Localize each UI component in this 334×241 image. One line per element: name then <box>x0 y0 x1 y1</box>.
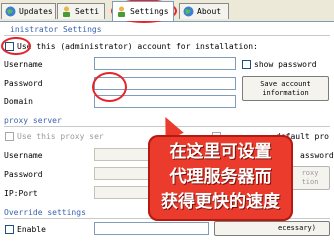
test-proxy-button[interactable]: roxy tion <box>290 166 330 190</box>
tab-bar: Updates Setti Settings 2 About <box>0 0 334 22</box>
tab-updates-label: Updates <box>19 7 53 16</box>
tab-settings-label: Setti <box>75 7 100 16</box>
admin-group-title: inistrator Settings <box>10 25 102 34</box>
globe-icon <box>183 6 194 17</box>
person-icon <box>118 6 125 17</box>
annotation-line-1: 在这里可设置 <box>169 142 272 162</box>
override-group-title: Override settings <box>4 208 86 217</box>
tab-about[interactable]: About <box>179 3 229 19</box>
proxy-username-input[interactable] <box>94 148 149 161</box>
admin-password-label: Password <box>4 79 43 88</box>
annotation-line-3: 获得更快的速度 <box>161 192 280 212</box>
use-proxy-checkbox[interactable] <box>5 132 14 141</box>
globe-icon <box>5 6 16 17</box>
admin-username-input[interactable] <box>94 57 236 70</box>
tab-settings-2[interactable]: Settings 2 <box>112 1 174 21</box>
test-proxy-button-line2: tion <box>301 178 319 186</box>
admin-username-label: Username <box>4 60 43 69</box>
proxy-ipport-label: IP:Port <box>4 189 38 198</box>
proxy-show-password-label: assword <box>300 151 334 160</box>
override-button[interactable]: ecessary) <box>214 221 330 236</box>
use-account-label: Use this (administrator) account for ins… <box>17 42 258 51</box>
proxy-ipport-input[interactable] <box>94 186 149 199</box>
admin-domain-label: Domain <box>4 97 33 106</box>
override-enable-checkbox[interactable] <box>5 225 14 234</box>
annotation-line-2: 代理服务器而 <box>169 167 272 187</box>
override-enable-label: Enable <box>17 225 46 234</box>
proxy-password-label: Password <box>4 170 43 179</box>
checkbox-highlight-circle <box>1 37 31 55</box>
tab-about-label: About <box>197 7 222 16</box>
annotation-text: 在这里可设置 代理服务器而 获得更快的速度 <box>148 140 293 215</box>
override-input[interactable] <box>94 222 209 235</box>
test-proxy-button-line1: roxy <box>301 169 319 177</box>
person-icon <box>63 6 70 17</box>
save-account-button-line1: Save account <box>260 79 311 88</box>
use-proxy-label: Use this proxy ser <box>17 132 104 141</box>
tab-updates[interactable]: Updates <box>1 3 56 19</box>
tab-settings-2-label: Settings 2 <box>130 7 174 16</box>
proxy-username-label: Username <box>4 151 43 160</box>
save-account-button-line2: information <box>262 88 309 97</box>
admin-group-divider <box>4 35 330 36</box>
tab-settings[interactable]: Setti <box>57 3 105 19</box>
proxy-group-title: proxy server <box>4 116 62 125</box>
field-highlight-circle <box>92 72 127 102</box>
proxy-password-input[interactable] <box>94 167 149 180</box>
show-password-checkbox[interactable] <box>242 60 251 69</box>
save-account-button[interactable]: Save account information <box>242 76 329 101</box>
show-password-label: show password <box>254 60 317 69</box>
override-button-label: ecessary) <box>278 224 316 232</box>
